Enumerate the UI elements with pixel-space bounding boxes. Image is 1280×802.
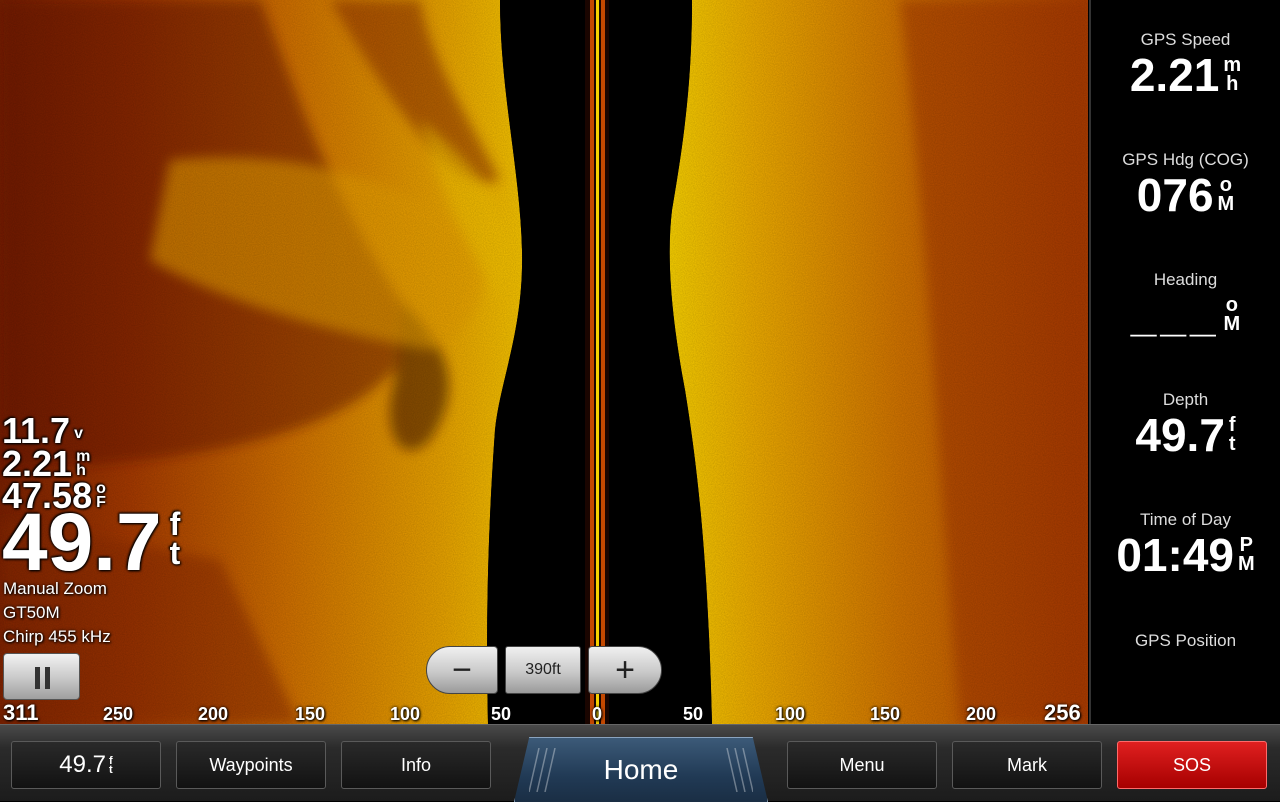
voltage-unit-text: v [74,425,83,442]
range-tick: 200 [197,704,229,724]
info-button[interactable]: Info [341,741,491,789]
gps-heading-field[interactable]: GPS Hdg (COG) 076 o M [1091,150,1280,218]
gps-speed-value-group: 2.21 m h [1130,52,1241,98]
zoom-mode-label: Manual Zoom [3,579,107,598]
mark-button[interactable]: Mark [952,741,1102,789]
depth-unit-bottom: t [169,534,181,571]
pause-button[interactable] [3,653,80,700]
range-tick: 50 [490,704,512,724]
heading-value: ___ [1130,289,1220,341]
home-right-hatch-icon [726,748,753,792]
gps-heading-label: GPS Hdg (COG) [1122,150,1249,169]
range-scale-right-end: 256 [1044,700,1081,725]
heading-field[interactable]: Heading ___ o M [1091,270,1280,338]
frequency-label: Chirp 455 kHz [3,627,111,646]
speed-unit: mh [76,449,90,478]
home-left-hatch-icon [529,748,556,792]
home-label: Home [603,754,679,785]
voltage-unit: v [74,417,83,442]
depth-value-group: 49.7 f t [1135,412,1235,458]
waypoints-label: Waypoints [209,754,293,775]
data-panel: GPS Speed 2.21 m h GPS Hdg (COG) 076 o M Hea… [1089,0,1280,724]
depth-readout-large: 49.7 f t [2,502,180,584]
heading-unit-bottom: M [1223,313,1241,335]
menu-button[interactable]: Menu [787,741,937,789]
gps-heading-value: 076 [1136,169,1214,221]
gps-position-label: GPS Position [1134,631,1237,650]
heading-unit: oM [1223,295,1241,335]
range-tick: 200 [965,704,997,724]
gps-speed-label: GPS Speed [1140,30,1231,49]
mark-label: Mark [1007,754,1047,775]
zoom-control: − 390ft + [426,646,662,694]
depth-button-unit-bottom: t [109,764,113,776]
depth-unit-large: ft [169,508,181,571]
gps-speed-unit: mh [1223,55,1241,95]
gps-heading-value-group: 076 o M [1137,172,1234,218]
depth-button-unit: ft [109,755,113,776]
home-button[interactable]: Home [514,737,768,802]
range-level-label: 390ft [525,661,561,678]
time-of-day-field[interactable]: Time of Day 01:49 P M [1091,510,1280,578]
info-label: Info [400,754,432,775]
depth-button-value: 49.7 [59,751,107,778]
menu-label: Menu [839,754,885,775]
range-tick: 100 [389,704,421,724]
depth-unit: ft [1228,415,1236,455]
range-scale-left-end: 311 [3,700,39,725]
zoom-in-button[interactable]: + [588,646,662,694]
depth-value-large: 49.7 [2,497,162,588]
sidescan-sonar-view[interactable] [0,0,1088,724]
time-of-day-label: Time of Day [1139,510,1231,529]
gps-speed-field[interactable]: GPS Speed 2.21 m h [1091,30,1280,98]
range-tick: 100 [774,704,806,724]
range-tick: 0 [591,704,603,724]
heading-label: Heading [1153,270,1218,289]
time-of-day-value: 01:49 [1116,529,1234,581]
range-tick: 150 [294,704,326,724]
time-of-day-unit: PM [1237,535,1255,575]
gps-position-field[interactable]: GPS Position [1091,631,1280,651]
depth-field[interactable]: Depth 49.7 f t [1091,390,1280,458]
depth-unit-bottom-panel: t [1228,433,1236,455]
range-tick: 250 [102,704,134,724]
range-tick: 150 [869,704,901,724]
range-level-button[interactable]: 390ft [505,646,581,694]
depth-label: Depth [1162,390,1209,409]
waypoints-button[interactable]: Waypoints [176,741,326,789]
gps-speed-value: 2.21 [1129,49,1220,101]
range-tick: 50 [682,704,704,724]
transducer-label: GT50M [3,603,60,622]
depth-value: 49.7 [1135,409,1225,461]
gps-heading-unit: oM [1217,175,1235,215]
gps-speed-unit-bottom: h [1226,73,1239,95]
time-of-day-value-group: 01:49 P M [1116,532,1254,578]
sos-button[interactable]: SOS [1117,741,1267,789]
plus-icon: + [615,650,635,689]
sonar-image [0,0,1088,724]
zoom-out-button[interactable]: − [426,646,498,694]
depth-button[interactable]: 49.7 f t [11,741,161,789]
gps-heading-unit-bottom: M [1217,193,1235,215]
minus-icon: − [452,650,472,689]
time-of-day-unit-bottom: M [1237,553,1255,575]
bottom-toolbar: 49.7 f t Waypoints Info Home Menu Mark SOS [0,724,1280,802]
heading-value-group: ___ o M [1131,292,1240,338]
sos-label: SOS [1172,754,1211,775]
